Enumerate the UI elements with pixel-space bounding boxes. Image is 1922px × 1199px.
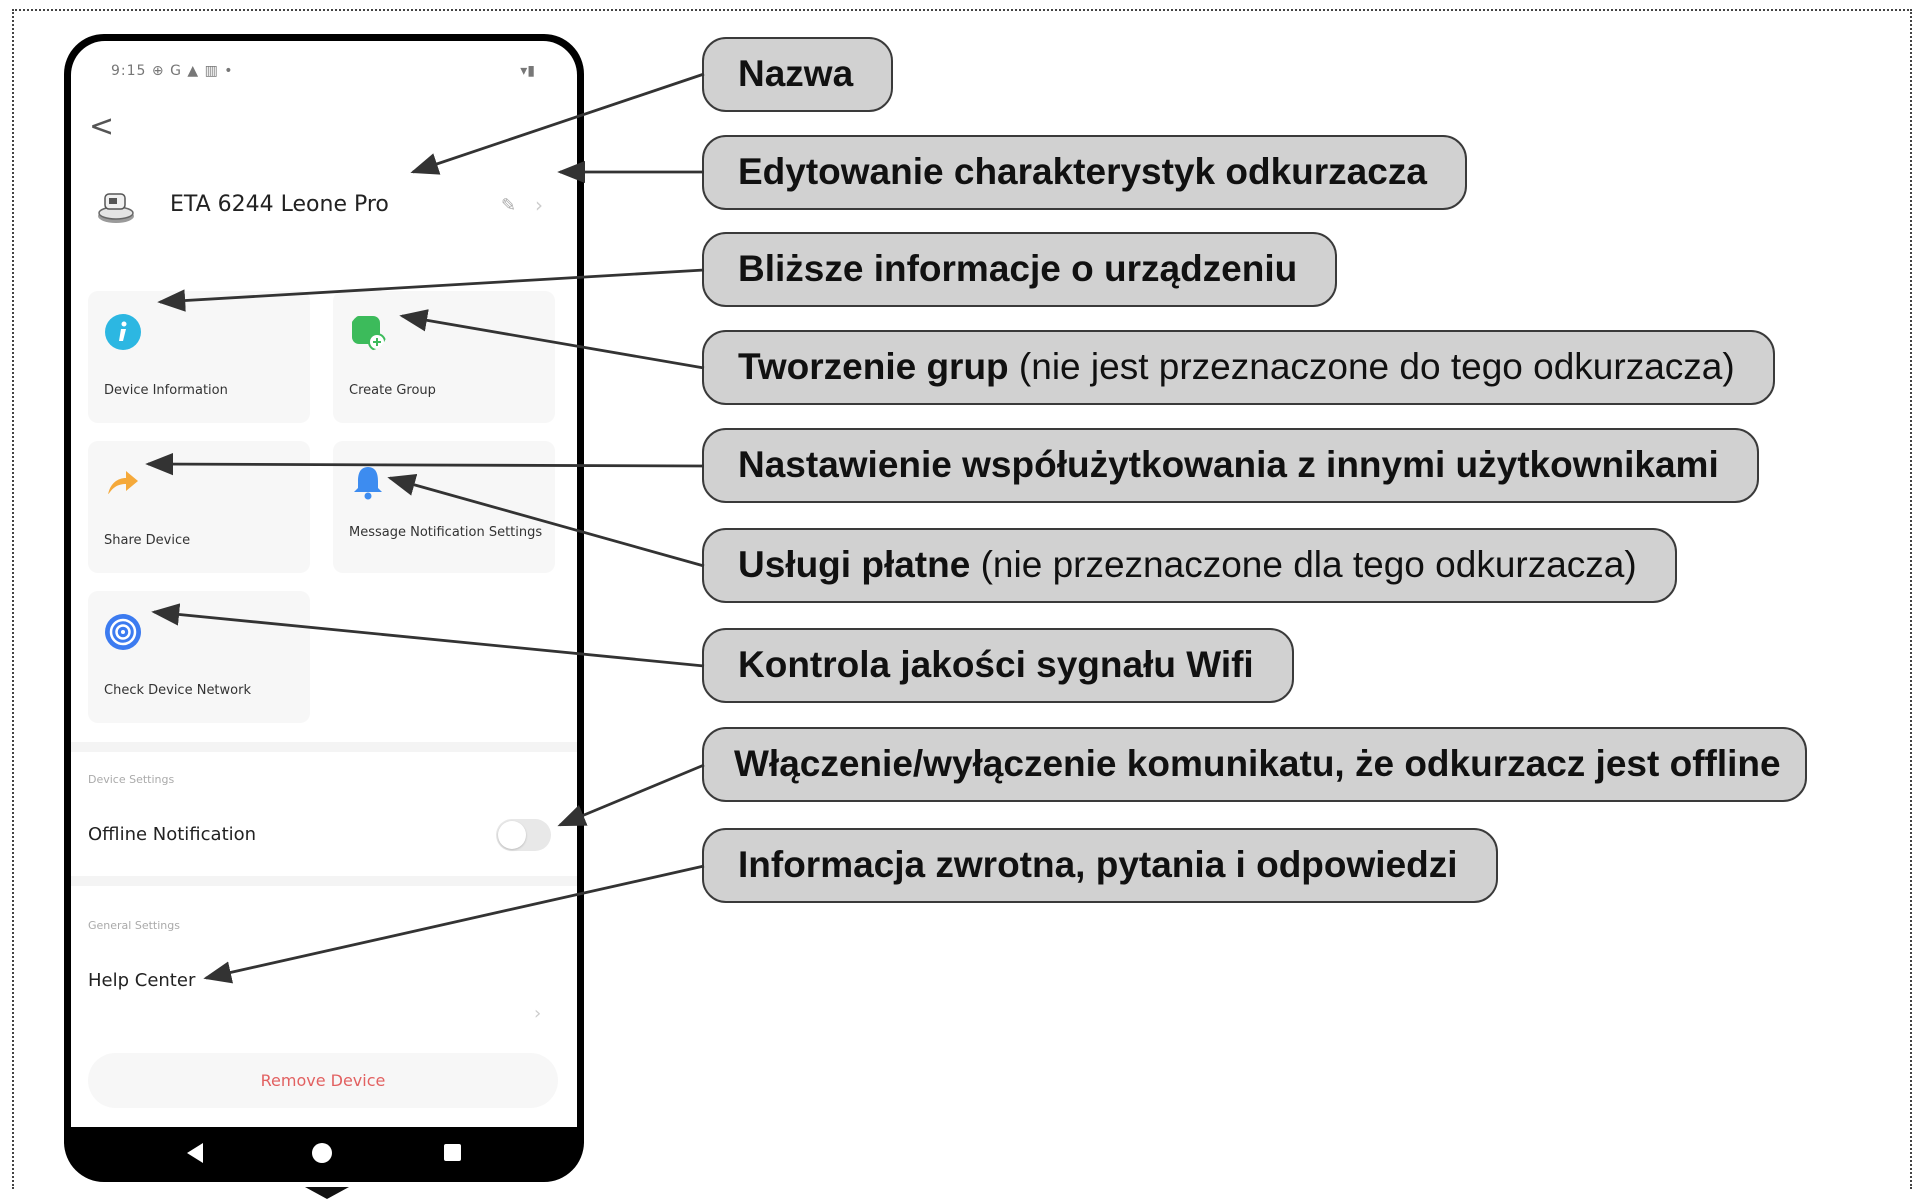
arrow-offline — [557, 763, 705, 827]
callout-arrows — [145, 72, 705, 984]
arrow-help — [203, 864, 705, 984]
arrow-create-group — [399, 309, 705, 370]
arrow-share — [145, 452, 705, 476]
arrow-device-info — [157, 268, 705, 312]
arrow-paid-services — [387, 474, 705, 568]
arrow-nazwa — [410, 72, 705, 175]
arrow-wifi — [151, 603, 705, 668]
